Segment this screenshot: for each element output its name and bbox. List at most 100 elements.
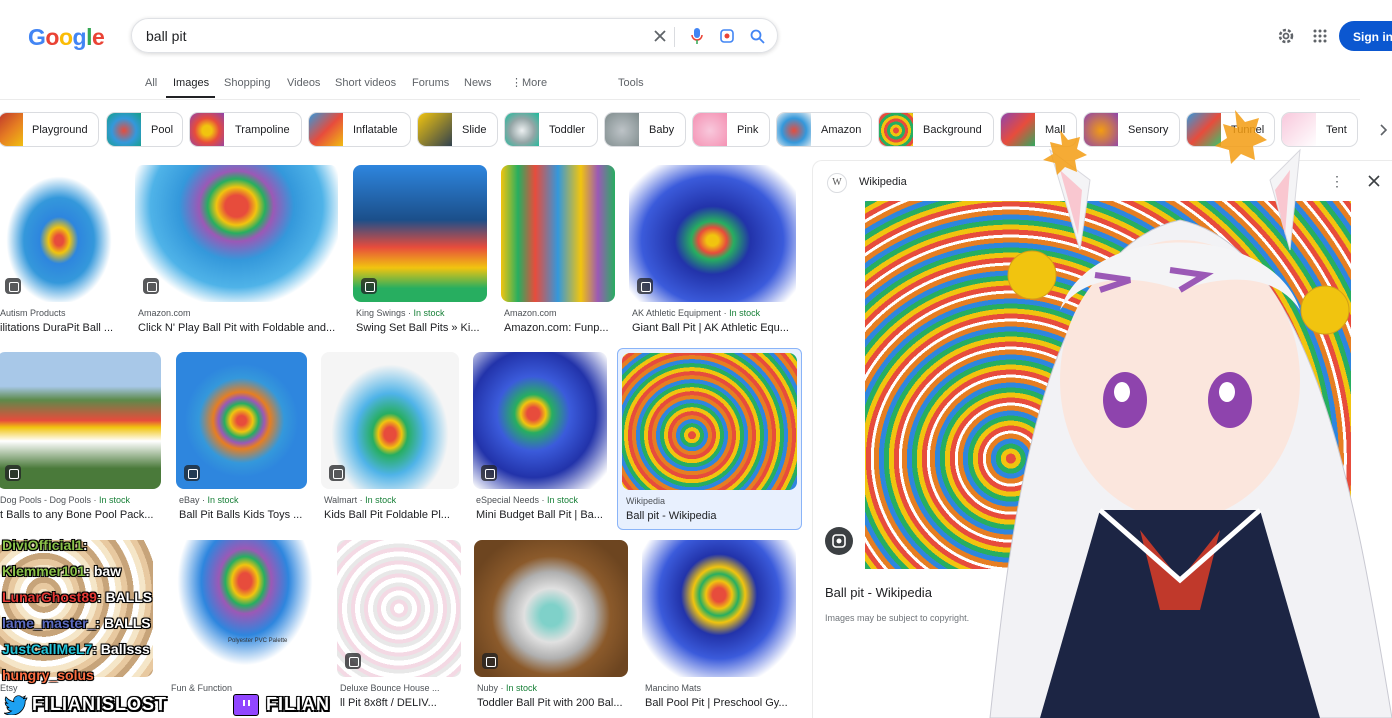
- tab-more[interactable]: More: [522, 77, 547, 89]
- result-title[interactable]: ll Pit 8x8ft / DELIV...: [340, 697, 462, 709]
- result-source[interactable]: eSpecial Needs · In stock: [476, 495, 578, 505]
- product-badge-icon: [143, 278, 159, 294]
- chip-toddler[interactable]: Toddler: [504, 112, 598, 147]
- chip-thumbnail: [190, 113, 224, 146]
- chip-baby[interactable]: Baby: [604, 112, 686, 147]
- result-source[interactable]: Fun & Function: [171, 683, 232, 693]
- clear-icon[interactable]: [649, 25, 671, 47]
- result-thumbnail[interactable]: [474, 540, 628, 677]
- result-source[interactable]: Mancino Mats: [645, 683, 701, 693]
- chip-thumbnail: [309, 113, 343, 146]
- image-result[interactable]: eBay · In stock Ball Pit Balls Kids Toys…: [176, 352, 307, 524]
- result-thumbnail[interactable]: [473, 352, 607, 489]
- result-title[interactable]: Ball Pit Balls Kids Toys ...: [179, 509, 310, 521]
- image-result[interactable]: King Swings · In stock Swing Set Ball Pi…: [353, 165, 487, 335]
- vtuber-avatar: [989, 110, 1392, 718]
- chat-message: JustCallMeL7: Ballsss: [2, 641, 150, 657]
- result-source[interactable]: Etsy: [0, 683, 18, 693]
- result-title[interactable]: Kids Ball Pit Foldable Pl...: [324, 509, 459, 521]
- chat-message: LunarGhost89: BALLS: [2, 589, 153, 605]
- chip-thumbnail: [605, 113, 639, 146]
- divider: [674, 27, 675, 47]
- result-title[interactable]: Toddler Ball Pit with 200 Bal...: [477, 697, 627, 709]
- result-source[interactable]: Amazon.com: [504, 308, 557, 318]
- image-result[interactable]: Dog Pools - Dog Pools · In stock t Balls…: [0, 352, 161, 524]
- result-source[interactable]: Deluxe Bounce House ...: [340, 683, 440, 693]
- more-dots-icon: ⋮: [511, 77, 522, 89]
- result-source[interactable]: King Swings · In stock: [356, 308, 445, 318]
- chip-pool[interactable]: Pool: [106, 112, 183, 147]
- result-title[interactable]: Click N' Play Ball Pit with Foldable and…: [138, 322, 338, 334]
- result-title[interactable]: Amazon.com: Funp...: [504, 322, 614, 334]
- image-caption: Polyester PVC Palette: [228, 638, 288, 644]
- result-thumbnail[interactable]: [0, 165, 121, 302]
- result-source[interactable]: Autism Products: [0, 308, 66, 318]
- image-result[interactable]: Amazon.com Click N' Play Ball Pit with F…: [135, 165, 338, 335]
- chip-inflatable[interactable]: Inflatable: [308, 112, 411, 147]
- product-badge-icon: [482, 653, 498, 669]
- result-thumbnail[interactable]: Polyester PVC Palette: [168, 540, 322, 677]
- tab-images[interactable]: Images: [173, 77, 209, 89]
- result-title[interactable]: Swing Set Ball Pits » Ki...: [356, 322, 490, 334]
- search-icon[interactable]: [746, 25, 768, 47]
- tab-short-videos[interactable]: Short videos: [335, 77, 396, 89]
- chip-thumbnail: [693, 113, 727, 146]
- result-source[interactable]: Nuby · In stock: [477, 683, 537, 693]
- result-source[interactable]: Dog Pools - Dog Pools · In stock: [0, 495, 130, 505]
- product-badge-icon: [637, 278, 653, 294]
- tab-shopping[interactable]: Shopping: [224, 77, 271, 89]
- search-box[interactable]: ball pit: [131, 18, 778, 53]
- microphone-icon[interactable]: [686, 25, 708, 47]
- image-result[interactable]: Nuby · In stock Toddler Ball Pit with 20…: [474, 540, 628, 710]
- twitter-handle: FILIANISLOST: [32, 694, 167, 714]
- image-result[interactable]: eSpecial Needs · In stock Mini Budget Ba…: [473, 352, 607, 524]
- chip-pink[interactable]: Pink: [692, 112, 770, 147]
- result-title[interactable]: Mini Budget Ball Pit | Ba...: [476, 509, 607, 521]
- chip-thumbnail: [505, 113, 539, 146]
- tab-all[interactable]: All: [145, 77, 157, 89]
- result-title[interactable]: t Balls to any Bone Pool Pack...: [0, 509, 160, 521]
- image-result[interactable]: Walmart · In stock Kids Ball Pit Foldabl…: [321, 352, 459, 524]
- chip-thumbnail: [0, 113, 23, 146]
- result-source[interactable]: Walmart · In stock: [324, 495, 396, 505]
- product-badge-icon: [481, 465, 497, 481]
- chip-thumbnail: [418, 113, 452, 146]
- result-thumbnail[interactable]: [353, 165, 487, 302]
- chip-slide[interactable]: Slide: [417, 112, 498, 147]
- chip-trampoline[interactable]: Trampoline: [189, 112, 302, 147]
- result-source[interactable]: eBay · In stock: [179, 495, 239, 505]
- result-thumbnail[interactable]: [135, 165, 338, 302]
- tab-news[interactable]: News: [464, 77, 492, 89]
- result-source[interactable]: AK Athletic Equipment · In stock: [632, 308, 760, 318]
- tab-forums[interactable]: Forums: [412, 77, 449, 89]
- apps-grid-icon[interactable]: [1308, 24, 1332, 48]
- divider: [0, 99, 1360, 100]
- result-thumbnail[interactable]: [176, 352, 307, 489]
- image-result[interactable]: Autism Products ilitations DuraPit Ball …: [0, 165, 121, 335]
- image-result[interactable]: Amazon.com Amazon.com: Funp...: [501, 165, 615, 335]
- result-thumbnail[interactable]: [501, 165, 615, 302]
- google-logo[interactable]: Google: [28, 24, 105, 51]
- result-thumbnail[interactable]: [0, 352, 161, 489]
- result-thumbnail[interactable]: [321, 352, 459, 489]
- image-result[interactable]: Polyester PVC Palette Fun & Function: [168, 540, 322, 700]
- chat-message: Klemmer101: baw: [2, 563, 122, 579]
- search-input[interactable]: ball pit: [146, 28, 186, 44]
- twitch-handle: FILIAN: [266, 694, 330, 714]
- result-source[interactable]: Wikipedia: [626, 496, 665, 506]
- lens-icon[interactable]: [716, 25, 738, 47]
- sign-in-button[interactable]: Sign in: [1339, 21, 1392, 51]
- result-source[interactable]: Amazon.com: [138, 308, 191, 318]
- twitch-icon: [233, 694, 259, 716]
- product-badge-icon: [5, 278, 21, 294]
- chip-playground[interactable]: Playground: [0, 112, 99, 147]
- tab-videos[interactable]: Videos: [287, 77, 320, 89]
- settings-gear-icon[interactable]: [1274, 24, 1298, 48]
- image-result[interactable]: Deluxe Bounce House ... ll Pit 8x8ft / D…: [337, 540, 461, 710]
- result-title[interactable]: ilitations DuraPit Ball ...: [0, 322, 124, 334]
- product-badge-icon: [184, 465, 200, 481]
- twitter-bird-icon: [3, 695, 28, 718]
- result-thumbnail[interactable]: [337, 540, 461, 677]
- product-badge-icon: [5, 465, 21, 481]
- tools-button[interactable]: Tools: [618, 77, 644, 89]
